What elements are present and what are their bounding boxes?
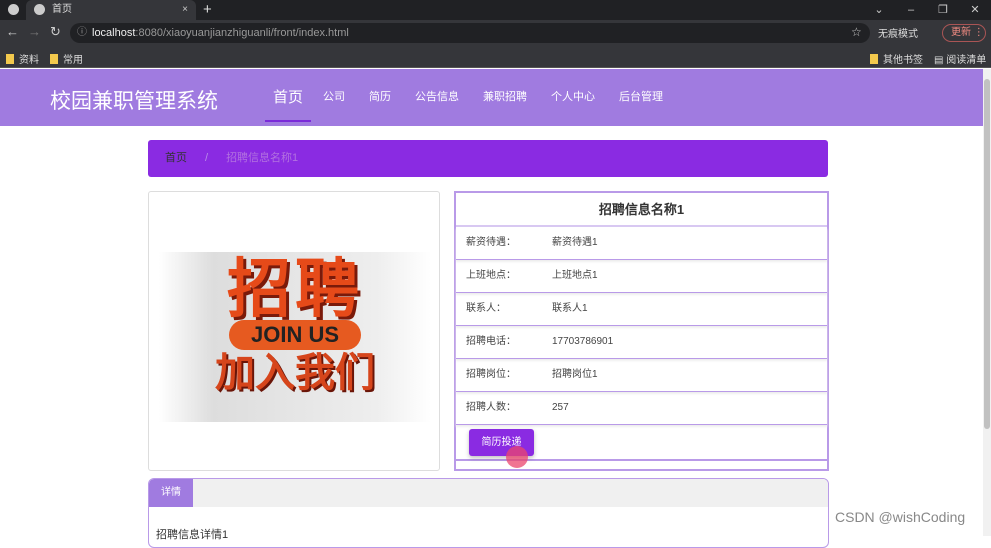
browser-tab[interactable]: 首页 × bbox=[26, 0, 196, 20]
scrollbar-thumb[interactable] bbox=[984, 79, 990, 429]
job-title: 招聘信息名称1 bbox=[456, 193, 827, 227]
reading-list-label: 阅读清单 bbox=[946, 55, 987, 66]
tab-search-button[interactable]: ⌄ bbox=[863, 0, 895, 20]
site-header: 校园兼职管理系统 首页 公司 简历 公告信息 兼职招聘 个人中心 后台管理 bbox=[0, 69, 983, 126]
info-label: 薪资待遇： bbox=[466, 237, 516, 248]
update-button[interactable]: 更新 ⋮ bbox=[942, 24, 986, 42]
nav-admin[interactable]: 后台管理 bbox=[607, 69, 675, 126]
reading-list[interactable]: ▤ 阅读清单 bbox=[934, 51, 986, 66]
info-value: 257 bbox=[552, 402, 569, 413]
info-label: 联系人： bbox=[466, 303, 506, 314]
breadcrumb-home[interactable]: 首页 bbox=[165, 152, 187, 164]
info-row-phone: 招聘电话： 17703786901 bbox=[456, 326, 827, 359]
poster-line1: 招聘 bbox=[227, 253, 363, 325]
info-value: 17703786901 bbox=[552, 336, 614, 347]
info-row-headcount: 招聘人数： 257 bbox=[456, 392, 827, 425]
restore-button[interactable]: ❐ bbox=[927, 0, 959, 20]
tab-bar: 首页 × + ⌄ – ❐ ✕ bbox=[0, 0, 991, 20]
close-tab-icon[interactable]: × bbox=[182, 0, 188, 20]
folder-icon bbox=[870, 54, 878, 64]
bookmark-star-icon[interactable]: ☆ bbox=[851, 25, 862, 39]
bookmark-label: 其他书签 bbox=[883, 55, 923, 66]
watermark: CSDN @wishCoding bbox=[835, 509, 966, 525]
bookmark-label: 常用 bbox=[63, 55, 83, 66]
site-brand: 校园兼职管理系统 bbox=[50, 90, 218, 113]
detail-content: 招聘信息详情1 bbox=[156, 529, 229, 541]
new-tab-button[interactable]: + bbox=[203, 0, 212, 20]
bookmark-folder[interactable]: 常用 bbox=[50, 51, 83, 66]
breadcrumb: 首页 / 招聘信息名称1 bbox=[148, 140, 828, 177]
info-value: 联系人1 bbox=[552, 303, 588, 314]
url-path: :8080/xiaoyuanjianzhiguanli/front/index.… bbox=[135, 27, 349, 39]
globe-icon bbox=[34, 4, 45, 15]
nav-notice[interactable]: 公告信息 bbox=[403, 69, 471, 126]
poster-line2: JOIN US bbox=[228, 320, 362, 350]
nav-home[interactable]: 首页 bbox=[265, 69, 312, 126]
main-menu: 首页 公司 简历 公告信息 兼职招聘 个人中心 后台管理 bbox=[265, 69, 675, 126]
globe-icon bbox=[8, 4, 19, 15]
url-host: localhost bbox=[92, 27, 136, 39]
bookmark-label: 资料 bbox=[19, 55, 39, 66]
info-label: 招聘电话： bbox=[466, 336, 516, 347]
detail-panel: 详情 招聘信息详情1 bbox=[148, 478, 829, 548]
folder-icon bbox=[50, 54, 58, 64]
info-row-position: 招聘岗位： 招聘岗位1 bbox=[456, 359, 827, 392]
close-window-button[interactable]: ✕ bbox=[959, 0, 991, 20]
nav-resume[interactable]: 简历 bbox=[357, 69, 403, 126]
click-indicator-icon bbox=[506, 446, 528, 468]
bookmark-folder[interactable]: 资料 bbox=[6, 51, 39, 66]
folder-icon bbox=[6, 54, 14, 64]
info-label: 上班地点： bbox=[466, 270, 516, 281]
info-row-contact: 联系人： 联系人1 bbox=[456, 293, 827, 326]
url-input[interactable]: ⓘ localhost:8080/xiaoyuanjianzhiguanli/fr… bbox=[70, 23, 870, 43]
info-value: 招聘岗位1 bbox=[552, 369, 598, 380]
info-icon: ⓘ bbox=[77, 27, 87, 38]
update-label: 更新 bbox=[951, 27, 971, 38]
back-icon[interactable]: ← bbox=[6, 24, 19, 39]
nav-profile[interactable]: 个人中心 bbox=[539, 69, 607, 126]
other-bookmarks[interactable]: 其他书签 bbox=[870, 51, 923, 66]
info-row-salary: 薪资待遇： 薪资待遇1 bbox=[456, 227, 827, 260]
info-row-location: 上班地点： 上班地点1 bbox=[456, 260, 827, 293]
recruitment-poster-image: 招聘 JOIN US 加入我们 bbox=[159, 252, 431, 422]
minimize-button[interactable]: – bbox=[895, 0, 927, 20]
info-label: 招聘人数： bbox=[466, 402, 516, 413]
forward-icon[interactable]: → bbox=[28, 24, 41, 39]
poster-line3: 加入我们 bbox=[215, 351, 375, 395]
job-info-table: 招聘信息名称1 薪资待遇： 薪资待遇1 上班地点： 上班地点1 联系人： 联系人1 招… bbox=[454, 191, 829, 471]
scrollbar[interactable] bbox=[983, 69, 991, 536]
incognito-indicator[interactable]: 无痕模式 bbox=[878, 25, 918, 40]
nav-company[interactable]: 公司 bbox=[311, 69, 357, 126]
tab-detail[interactable]: 详情 bbox=[149, 479, 193, 507]
bookmarks-bar: 资料 常用 其他书签 ▤ 阅读清单 bbox=[0, 46, 991, 68]
tab-title: 首页 bbox=[52, 4, 72, 15]
address-bar-row: ← → ↻ ⓘ localhost:8080/xiaoyuanjianzhigua… bbox=[0, 20, 991, 46]
breadcrumb-current: 招聘信息名称1 bbox=[226, 152, 299, 164]
job-image-card: 招聘 JOIN US 加入我们 bbox=[148, 191, 440, 471]
nav-jobs[interactable]: 兼职招聘 bbox=[471, 69, 539, 126]
info-value: 薪资待遇1 bbox=[552, 237, 598, 248]
breadcrumb-separator: / bbox=[205, 152, 209, 164]
detail-tab-bar: 详情 bbox=[149, 479, 828, 507]
reload-icon[interactable]: ↻ bbox=[50, 24, 61, 40]
info-label: 招聘岗位： bbox=[466, 369, 516, 380]
info-value: 上班地点1 bbox=[552, 270, 598, 281]
